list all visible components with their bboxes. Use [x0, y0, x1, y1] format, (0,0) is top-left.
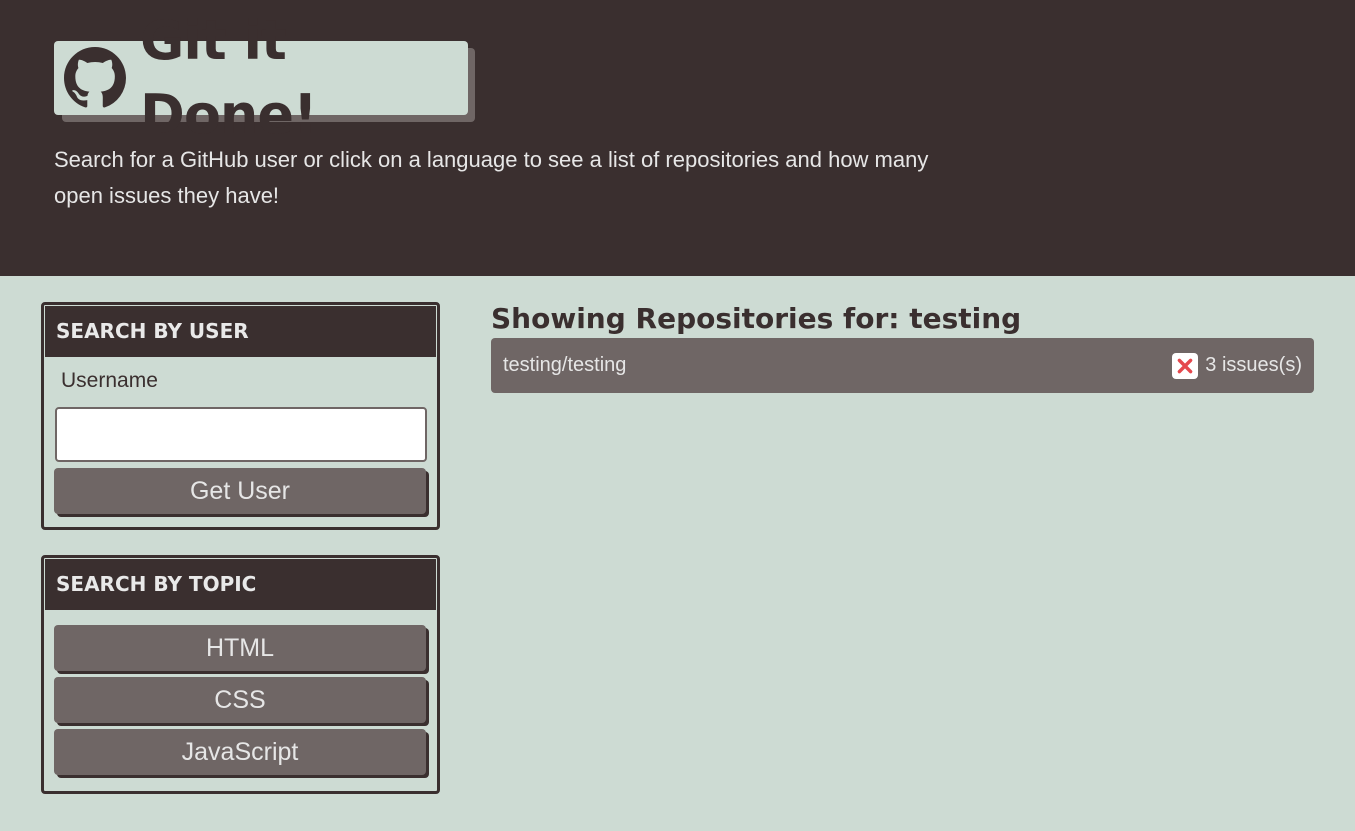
- issue-count: 3 issues(s): [1205, 354, 1302, 376]
- issue-status: 3 issues(s): [1172, 352, 1302, 379]
- results-title: Showing Repositories for: testing: [491, 302, 1022, 335]
- user-search-heading: SEARCH BY USER: [45, 306, 436, 357]
- topic-button-html[interactable]: HTML: [54, 625, 426, 671]
- topic-button-javascript[interactable]: JavaScript: [54, 729, 426, 775]
- app-title: Git it Done!: [140, 9, 318, 146]
- user-search-panel: SEARCH BY USER Username Get User: [41, 302, 440, 530]
- get-user-button[interactable]: Get User: [54, 468, 426, 514]
- repo-row[interactable]: testing/testing 3 issues(s): [491, 338, 1314, 393]
- logo: Git it Done!: [54, 9, 475, 146]
- repo-name: testing/testing: [503, 354, 627, 376]
- app-subtitle: Search for a GitHub user or click on a l…: [54, 147, 929, 208]
- hero-header: Git it Done! Search for a GitHub user or…: [0, 0, 1355, 276]
- username-input[interactable]: [55, 407, 427, 462]
- topic-search-panel: SEARCH BY TOPIC HTML CSS JavaScript: [41, 555, 440, 794]
- topic-button-css[interactable]: CSS: [54, 677, 426, 723]
- username-label: Username: [61, 369, 158, 392]
- x-icon: [1172, 352, 1199, 379]
- logo-box: Git it Done!: [54, 9, 468, 146]
- topic-search-heading: SEARCH BY TOPIC: [45, 559, 436, 610]
- github-icon: [64, 47, 126, 109]
